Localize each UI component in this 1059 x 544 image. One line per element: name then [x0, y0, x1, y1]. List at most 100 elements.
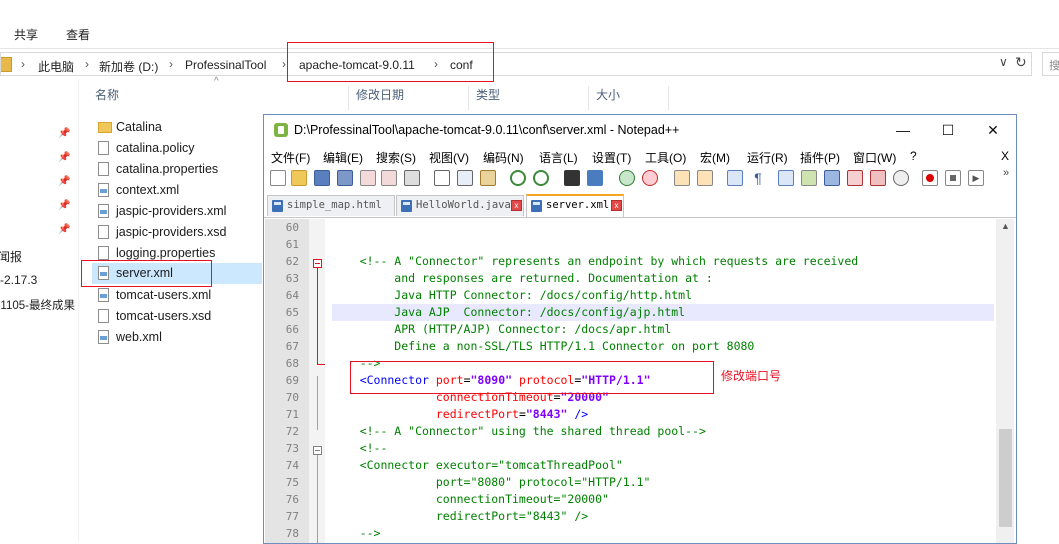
maximize-button[interactable]: ☐ — [933, 119, 963, 141]
menu-language[interactable]: 语言(L) — [539, 149, 578, 166]
ribbon-tab-view[interactable]: 查看 — [66, 26, 90, 43]
vertical-scrollbar[interactable]: ▲ — [996, 219, 1014, 543]
show-all-chars-icon[interactable]: ¶ — [750, 170, 766, 186]
scroll-up-icon[interactable]: ▲ — [1001, 221, 1010, 231]
paste-icon[interactable] — [480, 170, 496, 186]
refresh-icon[interactable]: ↻ — [1015, 54, 1027, 71]
list-item[interactable]: catalina.policy — [92, 138, 262, 159]
column-divider[interactable] — [668, 86, 669, 110]
find-icon[interactable] — [564, 170, 580, 186]
print-icon[interactable] — [404, 170, 420, 186]
breadcrumb-separator[interactable]: › — [282, 57, 286, 71]
code-line[interactable]: Define a non-SSL/TLS HTTP/1.1 Connector … — [332, 338, 994, 355]
code-line[interactable]: --> — [332, 525, 994, 542]
menu-tools[interactable]: 工具(O) — [645, 149, 686, 166]
copy-icon[interactable] — [457, 170, 473, 186]
code-line[interactable]: and responses are returned. Documentatio… — [332, 270, 994, 287]
menu-window[interactable]: 窗口(W) — [853, 149, 896, 166]
open-file-icon[interactable] — [291, 170, 307, 186]
menu-encoding[interactable]: 编码(N) — [483, 149, 524, 166]
menu-view[interactable]: 视图(V) — [429, 149, 469, 166]
minimize-button[interactable]: — — [888, 119, 918, 141]
pin-icon[interactable]: 📌 — [58, 224, 70, 235]
cut-icon[interactable] — [434, 170, 450, 186]
list-item[interactable]: jaspic-providers.xml — [92, 201, 262, 222]
menu-settings[interactable]: 设置(T) — [592, 149, 631, 166]
pin-icon[interactable]: 📌 — [58, 176, 70, 187]
code-line[interactable]: <!-- A "Connector" using the shared thre… — [332, 423, 994, 440]
breadcrumb-separator[interactable]: › — [169, 57, 173, 71]
redo-icon[interactable] — [533, 170, 549, 186]
new-file-icon[interactable] — [270, 170, 286, 186]
breadcrumb-drive-d[interactable]: 新加卷 (D:) — [99, 58, 158, 75]
list-item[interactable]: web.xml — [92, 327, 262, 348]
code-line[interactable]: redirectPort="8443" /> — [332, 508, 994, 525]
code-line[interactable]: <!-- A "Connector" represents an endpoin… — [332, 253, 994, 270]
toolbar-overflow-icon[interactable]: » — [1003, 167, 1009, 179]
tab-close-icon[interactable]: x — [511, 200, 522, 211]
sync-horizontal-icon[interactable] — [697, 170, 713, 186]
define-language-icon[interactable] — [801, 170, 817, 186]
address-dropdown-icon[interactable]: ∨ — [999, 55, 1008, 69]
close-all-icon[interactable] — [381, 170, 397, 186]
list-item[interactable]: catalina.properties — [92, 159, 262, 180]
code-line[interactable] — [332, 219, 994, 236]
replace-icon[interactable] — [587, 170, 603, 186]
menu-run[interactable]: 运行(R) — [747, 149, 788, 166]
monitoring-icon[interactable] — [893, 170, 909, 186]
code-line[interactable]: <Connector executor="tomcatThreadPool" — [332, 457, 994, 474]
pin-icon[interactable]: 📌 — [58, 152, 70, 163]
code-line[interactable]: port="8080" protocol="HTTP/1.1" — [332, 474, 994, 491]
pin-icon[interactable]: 📌 — [58, 200, 70, 211]
fold-toggle-icon[interactable] — [313, 446, 322, 455]
menu-plugins[interactable]: 插件(P) — [800, 149, 840, 166]
save-all-icon[interactable] — [337, 170, 353, 186]
column-name[interactable]: 名称 — [95, 82, 119, 108]
breadcrumb-separator[interactable]: › — [21, 57, 25, 71]
list-item[interactable]: tomcat-users.xsd — [92, 306, 262, 327]
fold-toggle-icon[interactable] — [313, 259, 322, 268]
code-line[interactable]: <!-- — [332, 440, 994, 457]
column-modified[interactable]: 修改日期 — [356, 82, 404, 108]
column-size[interactable]: 大小 — [596, 82, 620, 108]
close-file-icon[interactable] — [360, 170, 376, 186]
breadcrumb-this-pc[interactable]: 此电脑 — [38, 58, 74, 75]
list-item[interactable]: tomcat-users.xml — [92, 285, 262, 306]
nav-item[interactable]: 闻报 — [0, 248, 22, 265]
zoom-out-icon[interactable] — [642, 170, 658, 186]
breadcrumb-separator[interactable]: › — [85, 57, 89, 71]
stop-macro-icon[interactable] — [945, 170, 961, 186]
scrollbar-thumb[interactable] — [999, 429, 1012, 527]
code-line[interactable]: connectionTimeout="20000" — [332, 491, 994, 508]
indent-guide-icon[interactable] — [778, 170, 794, 186]
tab-server-xml[interactable]: server.xml x — [526, 194, 624, 217]
record-macro-icon[interactable] — [922, 170, 938, 186]
word-wrap-icon[interactable] — [727, 170, 743, 186]
list-item[interactable]: Catalina — [92, 117, 262, 138]
nav-item[interactable]: 01105-最终成果 — [0, 297, 75, 313]
code-line[interactable]: redirectPort="8443" /> — [332, 406, 994, 423]
nav-item[interactable]: r-2.17.3 — [0, 273, 37, 287]
title-bar[interactable]: D:\ProfessinalTool\apache-tomcat-9.0.11\… — [264, 115, 1016, 145]
play-macro-icon[interactable]: ▶ — [968, 170, 984, 186]
tab-simple-map[interactable]: simple_map.html — [267, 195, 395, 216]
sync-vertical-icon[interactable] — [674, 170, 690, 186]
tab-close-icon[interactable]: x — [611, 200, 622, 211]
list-item[interactable]: jaspic-providers.xsd — [92, 222, 262, 243]
doc-map-icon[interactable] — [824, 170, 840, 186]
tab-helloworld[interactable]: HelloWorld.java x — [396, 195, 524, 216]
ribbon-tab-share[interactable]: 共享 — [14, 26, 38, 43]
menu-help[interactable]: ? — [910, 149, 917, 163]
close-button[interactable]: ✕ — [978, 119, 1008, 141]
undo-icon[interactable] — [510, 170, 526, 186]
column-divider[interactable] — [348, 86, 349, 110]
menu-close-doc[interactable]: X — [1001, 149, 1009, 163]
breadcrumb-professinaltool[interactable]: ProfessinalTool — [185, 58, 266, 72]
code-line[interactable]: Java HTTP Connector: /docs/config/http.h… — [332, 287, 994, 304]
menu-search[interactable]: 搜索(S) — [376, 149, 416, 166]
column-type[interactable]: 类型 — [476, 82, 500, 108]
address-bar[interactable]: › 此电脑 › 新加卷 (D:) › ProfessinalTool › apa… — [0, 52, 1032, 76]
code-line[interactable]: Java AJP Connector: /docs/config/ajp.htm… — [332, 304, 994, 321]
column-divider[interactable] — [468, 86, 469, 110]
save-icon[interactable] — [314, 170, 330, 186]
